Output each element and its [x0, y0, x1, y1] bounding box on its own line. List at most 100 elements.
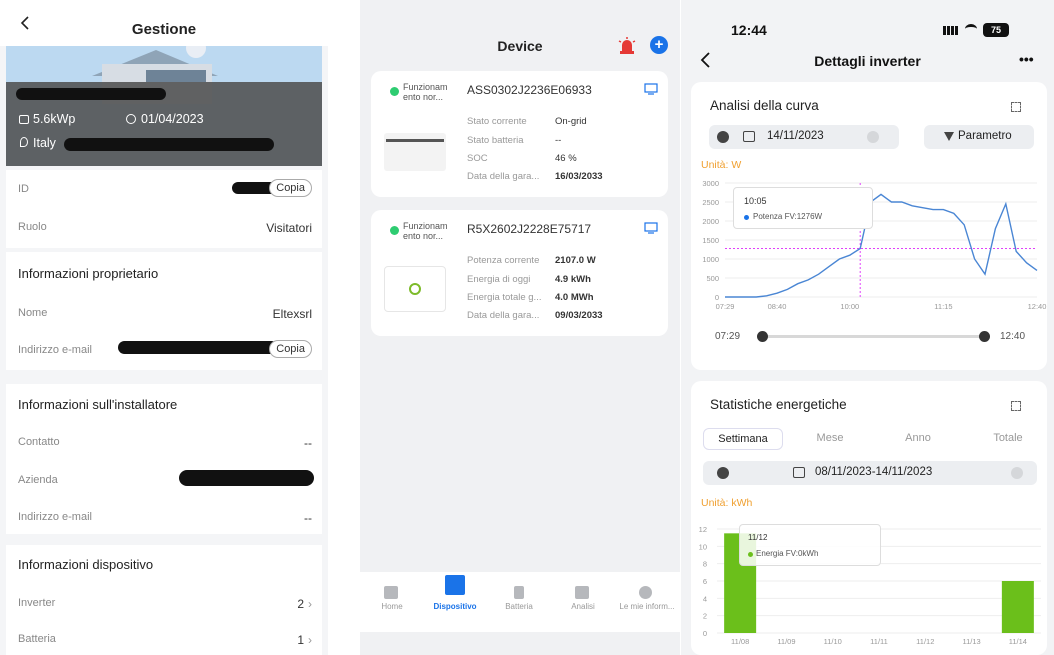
period-segmented-control: Settimana Mese Anno Totale [703, 428, 1039, 452]
inverter-row[interactable]: Inverter 2 › [18, 597, 312, 617]
add-device-icon[interactable]: + [650, 36, 668, 54]
tooltip-text: Potenza FV:1276W [753, 212, 823, 221]
device-card[interactable]: Funzionam ento nor... ASS0302J2236E06933… [371, 71, 668, 197]
battery-device-image [384, 133, 446, 171]
tab-label: Analisi [571, 602, 595, 611]
inverter-count: 2 › [297, 597, 312, 611]
tab-label: Le mie inform... [619, 602, 675, 611]
x-tick-label: 11:15 [934, 302, 952, 311]
inverter-device-image [384, 266, 446, 312]
legend-dot-icon [748, 552, 753, 557]
bar-tooltip: 11/12 Energia FV:0kWh [739, 524, 881, 566]
time-range-slider[interactable]: 07:29 12:40 [715, 326, 1035, 350]
screenshot-collage: Gestione 5.6kWp 01/04/2023 Italy ID Copi… [0, 0, 1054, 655]
profile-icon [639, 586, 652, 599]
y-tick-label: 2 [703, 612, 707, 621]
monitor-icon[interactable] [644, 83, 658, 95]
chart-tooltip: 10:05 Potenza FV:1276W [733, 187, 873, 229]
status-dot-icon [390, 226, 399, 235]
page-title: Dettagli inverter [814, 53, 921, 69]
tooltip-text: Energia FV:0kWh [756, 549, 819, 558]
contact-row: Contatto -- [18, 436, 312, 456]
y-tick-label: 2000 [702, 217, 719, 226]
range-end-handle[interactable] [979, 331, 990, 342]
unit-label: Unità: kWh [701, 497, 753, 509]
alarm-icon[interactable] [617, 36, 637, 56]
unit-label: Unità: W [701, 159, 742, 171]
y-tick-label: 10 [699, 542, 707, 551]
redacted-company [179, 470, 314, 486]
analysis-icon [575, 586, 589, 599]
device-serial: ASS0302J2236E06933 [467, 83, 592, 97]
installer-section-title: Informazioni sull'installatore [18, 397, 178, 412]
device-status: Funzionam ento nor... [403, 221, 448, 241]
y-tick-label: 500 [706, 274, 719, 283]
owner-section-title: Informazioni proprietario [18, 266, 159, 281]
y-tick-label: 4 [703, 594, 707, 603]
calendar-icon [793, 467, 805, 478]
copy-email-button[interactable]: Copia [269, 340, 312, 358]
parameter-button[interactable]: Parametro [924, 125, 1034, 149]
tab-year[interactable]: Anno [883, 432, 953, 444]
x-tick-label: 08:40 [768, 302, 787, 311]
installer-email-label: Indirizzo e-mail [18, 511, 92, 523]
date-selector: 14/11/2023 [709, 125, 899, 149]
company-row: Azienda [18, 470, 314, 494]
curve-date[interactable]: 14/11/2023 [767, 130, 824, 142]
header: Gestione [0, 0, 328, 46]
account-section: ID Copia Ruolo Visitatori [6, 170, 322, 248]
owner-email-row: Indirizzo e-mail Copia [18, 340, 312, 364]
email-label: Indirizzo e-mail [18, 344, 92, 356]
fullscreen-icon[interactable] [1011, 102, 1021, 112]
tab-month[interactable]: Mese [795, 432, 865, 444]
fullscreen-icon[interactable] [1011, 401, 1021, 411]
installer-section: Informazioni sull'installatore Contatto … [6, 384, 322, 534]
y-tick-label: 0 [715, 293, 719, 302]
device-info-section: Informazioni dispositivo Inverter 2 › Bat… [6, 545, 322, 655]
tab-total[interactable]: Totale [973, 432, 1043, 444]
x-tick-label: 11/14 [1009, 637, 1027, 646]
name-label: Nome [18, 307, 48, 319]
status-dot-icon [390, 87, 399, 96]
monitor-icon[interactable] [644, 222, 658, 234]
id-row: ID Copia [18, 179, 312, 203]
field-value: -- [555, 135, 562, 146]
energy-bar [1001, 581, 1034, 633]
field-label: Stato batteria [467, 135, 524, 146]
more-options-icon[interactable]: ••• [1019, 51, 1034, 67]
prev-range-icon[interactable] [717, 467, 729, 479]
field-value: On-grid [555, 116, 587, 127]
device-card[interactable]: Funzionam ento nor... R5X2602J2228E75717… [371, 210, 668, 336]
tab-week[interactable]: Settimana [703, 428, 783, 450]
field-value: 09/03/2033 [555, 310, 603, 321]
redacted-email [118, 341, 278, 354]
stats-date-range[interactable]: 08/11/2023-14/11/2023 [815, 466, 932, 478]
device-section-title: Informazioni dispositivo [18, 557, 154, 572]
device-status: Funzionam ento nor... [403, 82, 448, 102]
x-tick-label: 12:40 [1028, 302, 1047, 311]
prev-date-icon[interactable] [717, 131, 729, 143]
id-label: ID [18, 183, 29, 195]
copy-id-button[interactable]: Copia [269, 179, 312, 197]
range-end: 12:40 [1000, 331, 1026, 342]
field-label: Energia di oggi [467, 274, 531, 285]
field-label: SOC [467, 153, 488, 164]
location-value: Italy [33, 136, 56, 150]
battery-count: 1 › [297, 633, 312, 647]
range-start-handle[interactable] [757, 331, 768, 342]
installer-email-row: Indirizzo e-mail -- [18, 511, 312, 531]
next-range-icon[interactable] [1011, 467, 1023, 479]
signal-icon [943, 26, 959, 35]
x-tick-label: 10:00 [840, 302, 859, 311]
panel-icon [19, 115, 29, 124]
battery-icon [514, 586, 524, 599]
battery-row[interactable]: Batteria 1 › [18, 633, 312, 653]
inverter-detail-screen: 12:44 75 Dettagli inverter ••• Analisi d… [681, 0, 1054, 655]
next-date-icon[interactable] [867, 131, 879, 143]
device-serial: R5X2602J2228E75717 [467, 222, 592, 236]
parameter-label: Parametro [958, 130, 1012, 142]
page-title: Gestione [131, 21, 197, 38]
role-value: Visitatori [266, 221, 312, 235]
x-tick-label: 11/11 [870, 637, 888, 646]
owner-section: Informazioni proprietario Nome Eltexsrl … [6, 252, 322, 370]
